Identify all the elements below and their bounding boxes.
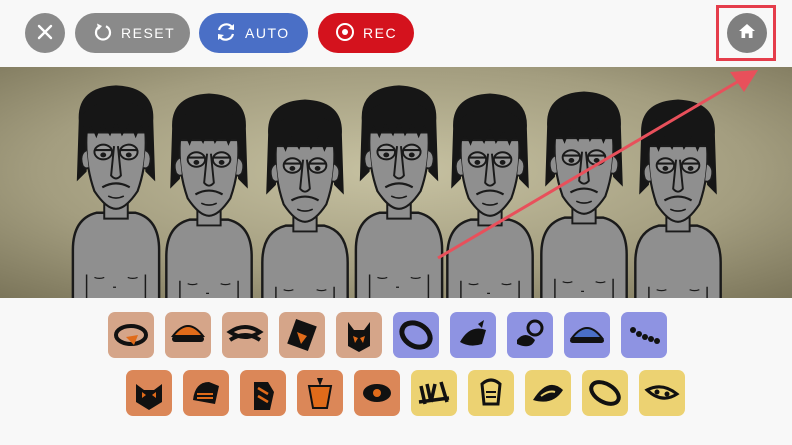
sound-icon-voice-1[interactable]: [411, 370, 457, 416]
sound-icon-beat-5[interactable]: [336, 312, 382, 358]
sound-glyph-icon: [287, 319, 317, 351]
reset-label: RESET: [121, 25, 176, 41]
sound-glyph-icon: [226, 325, 264, 342]
home-button[interactable]: [727, 13, 767, 53]
sound-glyph-icon: [307, 378, 333, 409]
rec-label: REC: [363, 25, 398, 41]
sound-icon-beat-2[interactable]: [165, 312, 211, 358]
sound-glyph-icon: [517, 319, 544, 347]
sound-glyph-icon: [254, 382, 274, 410]
sound-icon-beat-4[interactable]: [279, 312, 325, 358]
sound-icon-melody-4[interactable]: [297, 370, 343, 416]
sound-glyph-icon: [630, 327, 660, 344]
auto-refresh-icon: [215, 21, 237, 46]
sound-glyph-icon: [569, 327, 605, 343]
sound-icon-tray: [0, 298, 792, 445]
sound-glyph-icon: [644, 385, 680, 400]
sound-icon-effect-3[interactable]: [507, 312, 553, 358]
sound-icon-effect-5[interactable]: [621, 312, 667, 358]
sound-icon-voice-3[interactable]: [525, 370, 571, 416]
sound-glyph-icon: [363, 384, 391, 402]
rec-button[interactable]: REC: [318, 13, 414, 53]
sound-glyph-icon: [480, 378, 502, 406]
sound-glyph-icon: [589, 380, 621, 406]
auto-label: AUTO: [245, 25, 290, 41]
sound-glyph-icon: [533, 384, 563, 402]
sound-glyph-icon: [170, 325, 206, 342]
sound-icon-effect-1[interactable]: [393, 312, 439, 358]
sound-icon-melody-3[interactable]: [240, 370, 286, 416]
sound-glyph-icon: [399, 320, 433, 350]
sound-icon-effect-2[interactable]: [450, 312, 496, 358]
sound-glyph-icon: [114, 324, 148, 346]
sound-glyph-icon: [460, 320, 486, 346]
sound-icon-beat-1[interactable]: [108, 312, 154, 358]
sound-icon-effect-4[interactable]: [564, 312, 610, 358]
sound-icon-melody-5[interactable]: [354, 370, 400, 416]
close-button[interactable]: [25, 13, 65, 53]
auto-button[interactable]: AUTO: [199, 13, 308, 53]
sound-glyph-icon: [348, 322, 370, 352]
sound-icon-voice-2[interactable]: [468, 370, 514, 416]
sound-icon-voice-5[interactable]: [639, 370, 685, 416]
home-icon: [738, 22, 756, 45]
stage-scene: [0, 67, 792, 298]
sound-icon-voice-4[interactable]: [582, 370, 628, 416]
sound-glyph-icon: [136, 384, 162, 410]
reset-icon: [93, 22, 113, 45]
top-toolbar: RESET AUTO REC: [0, 0, 792, 67]
sound-icon-beat-3[interactable]: [222, 312, 268, 358]
record-icon: [335, 22, 355, 45]
reset-button[interactable]: RESET: [75, 13, 190, 53]
sound-glyph-icon: [418, 381, 450, 405]
sound-icon-melody-2[interactable]: [183, 370, 229, 416]
sound-glyph-icon: [193, 382, 219, 404]
performer-stage: [0, 67, 792, 298]
sound-icon-melody-1[interactable]: [126, 370, 172, 416]
close-icon: [37, 24, 53, 43]
